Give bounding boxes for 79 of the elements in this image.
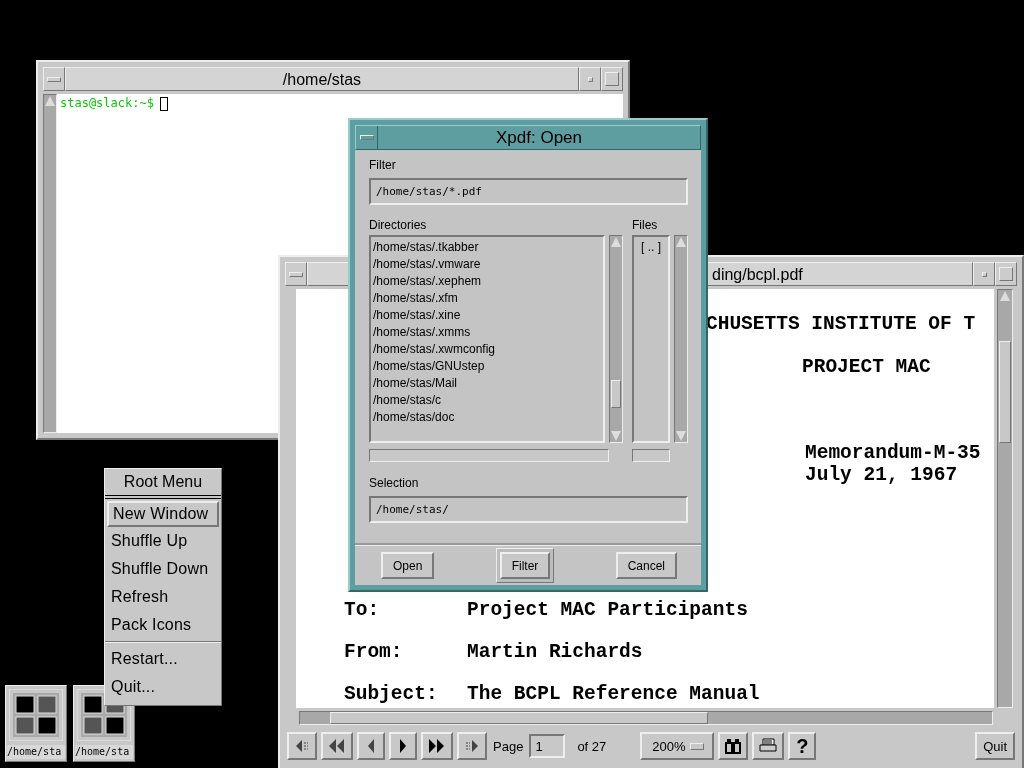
printer-icon — [758, 738, 779, 754]
menu-item[interactable]: Restart... — [105, 645, 221, 673]
document-text: Memorandum-M-35 — [805, 442, 981, 464]
directory-item[interactable]: /home/stas/.xine — [373, 307, 601, 324]
directory-item[interactable]: /home/stas/.xephem — [373, 273, 601, 290]
horizontal-scrollbar[interactable] — [369, 449, 609, 462]
menu-item[interactable]: Pack Icons — [105, 611, 221, 639]
help-button[interactable]: ? — [788, 732, 817, 760]
directory-item[interactable]: /home/stas/Mail — [373, 375, 601, 392]
directory-item[interactable]: /home/stas/.xmms — [373, 324, 601, 341]
icon-label: /home/sta — [75, 745, 133, 759]
directory-item[interactable]: /home/stas/.vmware — [373, 256, 601, 273]
window-icon[interactable] — [9, 689, 63, 741]
shell-prompt: stas@slack:~$ — [60, 96, 154, 111]
menu-item[interactable]: Shuffle Down — [105, 555, 221, 583]
memo-label: From: — [344, 641, 404, 663]
horizontal-scrollbar[interactable] — [632, 449, 670, 462]
field-label: Selection — [369, 476, 420, 490]
memo-value: Project MAC Participants — [467, 599, 748, 621]
binoculars-icon — [724, 738, 743, 754]
dialog-button[interactable]: Open — [381, 552, 435, 579]
scrollbar[interactable] — [43, 94, 57, 433]
menu-title: Root Menu — [105, 469, 221, 499]
memo-value: The BCPL Reference Manual — [467, 683, 760, 705]
menu-item[interactable]: Quit... — [105, 673, 221, 701]
menu-item[interactable]: Shuffle Up — [105, 527, 221, 555]
print-button[interactable] — [752, 732, 785, 760]
dialog-button[interactable]: Filter — [499, 552, 551, 579]
directory-item[interactable]: /home/stas/.xwmconfig — [373, 341, 601, 358]
directory-item[interactable]: /home/stas/doc — [373, 409, 601, 426]
double-left-arrow-icon — [327, 738, 347, 754]
icon-label: /home/sta — [7, 745, 65, 759]
scrollbar[interactable] — [997, 289, 1013, 708]
first-page-button[interactable] — [287, 732, 317, 760]
fwd10-page-button[interactable] — [421, 732, 453, 760]
selection-field[interactable]: /home/stas/ — [369, 496, 688, 523]
memo-label: To: — [344, 599, 381, 621]
filter-field[interactable]: /home/stas/*.pdf — [369, 178, 688, 205]
list-label: Directories — [369, 218, 427, 232]
find-button[interactable] — [718, 732, 749, 760]
document-text: CHUSETTS INSTITUTE OF T — [706, 313, 976, 335]
back10-page-button[interactable] — [321, 732, 353, 760]
file-item[interactable]: [ .. ] — [641, 239, 661, 256]
menu-item[interactable]: Refresh — [105, 583, 221, 611]
horizontal-scrollbar[interactable] — [299, 711, 993, 725]
dialog-title: Xpdf: Open — [495, 127, 583, 149]
directory-item[interactable]: /home/stas/.tkabber — [373, 239, 601, 256]
field-label: Filter — [369, 158, 397, 172]
right-arrow-icon — [398, 738, 408, 754]
directory-item[interactable]: /home/stas/c — [373, 392, 601, 409]
page-label: Page — [493, 738, 524, 754]
memo-label: Subject: — [344, 683, 439, 705]
quit-button[interactable]: Quit — [975, 732, 1015, 760]
last-page-icon — [463, 738, 481, 754]
maximize-button[interactable] — [995, 262, 1017, 286]
window-title: ding/bcpl.pdf — [712, 266, 803, 283]
window-title: /home/stas — [65, 67, 579, 91]
directory-item[interactable]: /home/stas/GNUstep — [373, 358, 601, 375]
list-label: Files — [632, 218, 658, 232]
page-number-field[interactable]: 1 — [529, 734, 566, 758]
scrollbar[interactable] — [674, 235, 688, 443]
scrollbar[interactable] — [609, 235, 623, 443]
prev-page-button[interactable] — [357, 732, 385, 760]
directory-item[interactable]: /home/stas/.xfm — [373, 290, 601, 307]
dialog-button[interactable]: Cancel — [615, 552, 677, 579]
double-right-arrow-icon — [427, 738, 447, 754]
zoom-dropdown[interactable]: 200% — [640, 732, 715, 760]
document-text: PROJECT MAC — [802, 356, 931, 378]
page-count: of 27 — [577, 738, 607, 754]
maximize-button[interactable] — [601, 67, 623, 91]
menu-item[interactable]: New Window — [107, 501, 219, 527]
minimize-button[interactable] — [973, 262, 995, 286]
last-page-button[interactable] — [457, 732, 487, 760]
document-text: July 21, 1967 — [805, 464, 958, 486]
memo-value: Martin Richards — [467, 641, 643, 663]
cursor-icon — [159, 97, 168, 111]
left-arrow-icon — [366, 738, 376, 754]
next-page-button[interactable] — [389, 732, 417, 760]
minimize-button[interactable] — [579, 67, 601, 91]
